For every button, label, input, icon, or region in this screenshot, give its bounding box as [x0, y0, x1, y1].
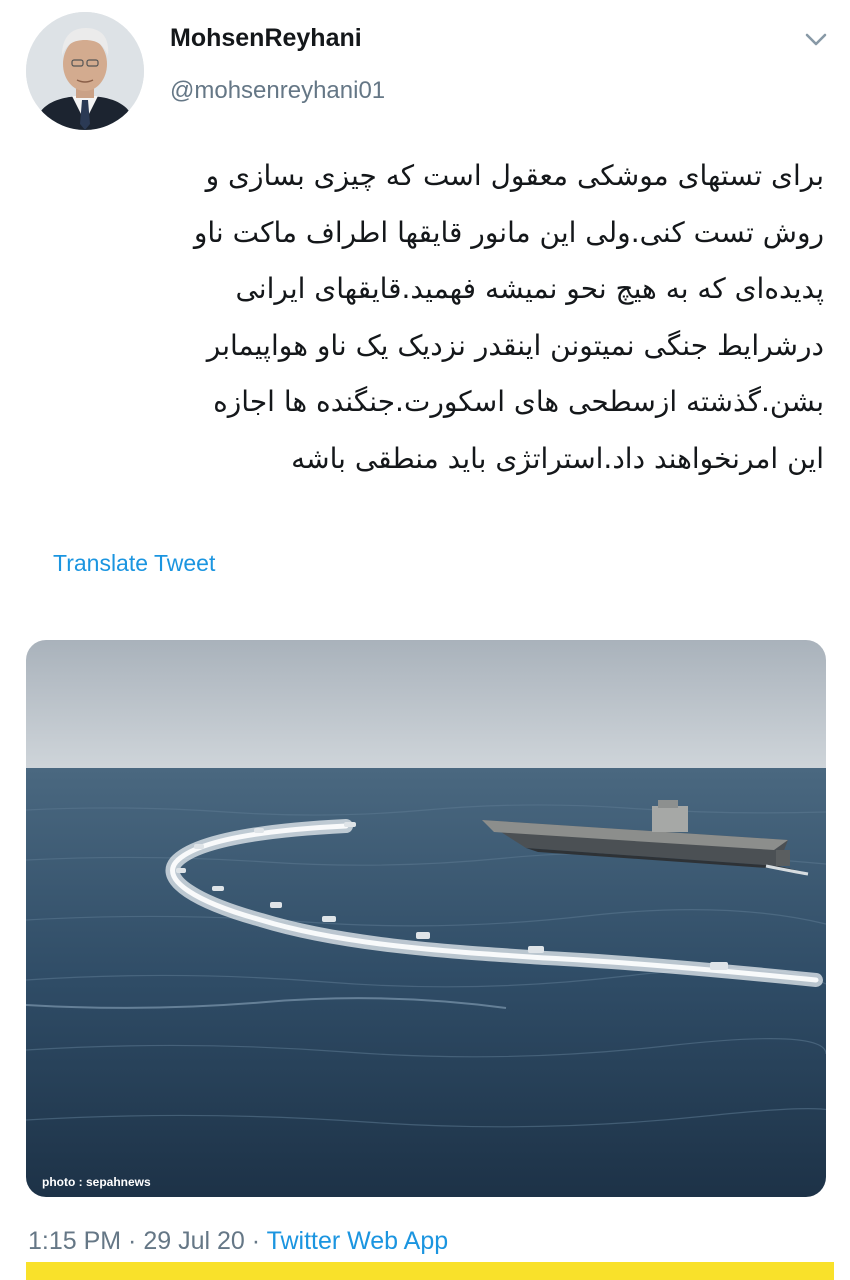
meta-separator: · [121, 1227, 144, 1255]
tweet-time[interactable]: 1:15 PM [28, 1227, 121, 1255]
tweet-text: برای تستهای موشکی معقول است که چیزی بساز… [24, 148, 824, 487]
tweet-text-line: روش تست کنی.ولی این مانور قایقها اطراف م… [193, 215, 824, 249]
tweet-media-photo[interactable]: photo : sepahnews [26, 640, 826, 1197]
tweet-text-line: برای تستهای موشکی معقول است که چیزی بساز… [205, 159, 824, 192]
avatar-photo [26, 12, 144, 130]
user-handle[interactable]: @mohsenreyhani01 [170, 77, 385, 105]
photo-watermark: photo : sepahnews [42, 1175, 151, 1189]
tweet-text-line: این امرنخواهند داد.استراتژی باید منطقی ب… [291, 441, 824, 475]
translate-tweet-link[interactable]: Translate Tweet [53, 550, 215, 577]
highlight-bar [26, 1262, 834, 1280]
tweet-text-line: درشرایط جنگی نمیتونن اینقدر نزدیک یک ناو… [206, 328, 824, 362]
avatar[interactable] [26, 12, 144, 130]
tweet-date[interactable]: 29 Jul 20 [143, 1227, 244, 1255]
chevron-down-icon[interactable] [798, 22, 834, 58]
sea-carrier-photo [26, 640, 826, 1197]
tweet-source-link[interactable]: Twitter Web App [267, 1227, 449, 1255]
display-name[interactable]: MohsenReyhani [170, 24, 362, 53]
meta-separator: · [244, 1227, 267, 1255]
tweet-meta: 1:15 PM · 29 Jul 20 · Twitter Web App [28, 1227, 448, 1256]
tweet-text-line: پدیده‌ای که به هیچ نحو نمیشه فهمید.قایقه… [235, 272, 824, 305]
tweet-text-line: بشن.گذشته ازسطحی های اسکورت.جنگنده ها اج… [213, 385, 824, 418]
